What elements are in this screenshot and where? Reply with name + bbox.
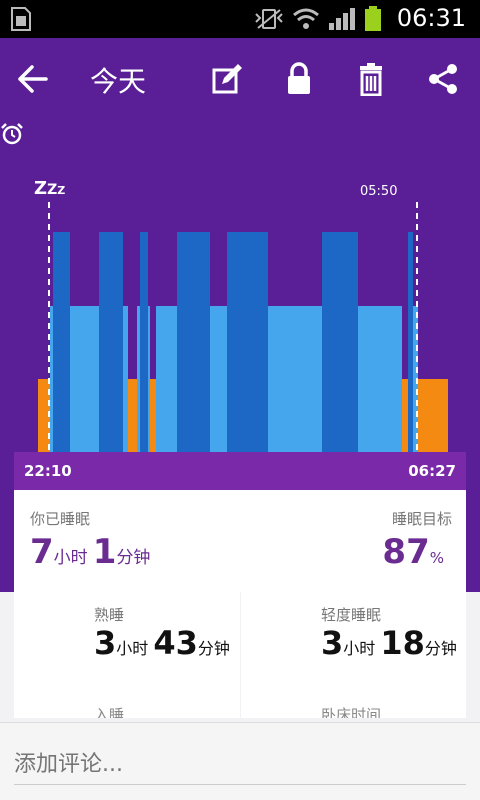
comment-bar: [0, 722, 480, 800]
wake-time-label: 05:50: [360, 184, 398, 199]
stat-hours: 3: [94, 624, 117, 662]
deep-sleep-block: [99, 232, 123, 452]
signal-icon: [329, 8, 355, 30]
vibrate-icon: [255, 9, 283, 29]
deep-sleep-block: [53, 232, 70, 452]
deep-sleep-block: [227, 232, 268, 452]
start-time: 22:10: [24, 462, 72, 480]
awake-block: [127, 379, 137, 452]
stat-hours-unit: 小时: [116, 639, 149, 658]
deep-sleep-block: [408, 232, 413, 452]
battery-icon: [365, 6, 381, 31]
system-icons: [254, 6, 382, 32]
delete-icon[interactable]: [354, 62, 388, 96]
lock-icon[interactable]: [282, 62, 316, 96]
app-bar: 今天: [0, 38, 480, 122]
goal-percent: 87: [382, 532, 430, 572]
stat-value: 3小时 43分钟: [94, 626, 238, 666]
moon-icon: [275, 620, 295, 660]
sleep-bars: [38, 202, 448, 452]
stat-title: 轻度睡眠: [321, 606, 382, 624]
stat-hours-unit: 小时: [343, 639, 376, 658]
edit-icon[interactable]: [210, 62, 244, 96]
end-time: 06:27: [408, 462, 456, 480]
light-sleep-stat: 轻度睡眠 3小时 18分钟 卧床时间: [241, 592, 466, 718]
total-sleep: 7小时 1分钟: [30, 532, 150, 572]
stat-sub-label: 卧床时间: [321, 706, 382, 718]
deep-sleep-block: [322, 232, 358, 452]
total-minutes: 1: [92, 532, 117, 572]
time-axis: 22:10 06:27: [14, 452, 466, 490]
stat-minutes-unit: 分钟: [197, 639, 230, 658]
sleep-chart: ZZZ 05:50: [0, 122, 480, 452]
awake-block: [150, 379, 156, 452]
wifi-icon: [293, 8, 319, 29]
minutes-unit: 分钟: [116, 548, 151, 568]
moon-icon: [48, 620, 68, 660]
total-hours: 7: [30, 532, 54, 572]
alarm-clock-icon: [1, 123, 23, 145]
stat-minutes-unit: 分钟: [424, 639, 457, 658]
goal-value: 87%: [382, 532, 444, 572]
goal-label: 睡眠目标: [391, 510, 452, 528]
stat-sub-label: 入睡: [94, 706, 125, 718]
stat-hours: 3: [321, 624, 344, 662]
hours-unit: 小时: [53, 548, 88, 568]
deep-sleep-stat: 熟睡 3小时 43分钟 入睡: [14, 592, 240, 718]
sim-icon: [11, 7, 31, 31]
stat-minutes: 43: [153, 624, 198, 662]
clock: 06:31: [396, 4, 466, 32]
deep-sleep-block: [177, 232, 210, 452]
stat-minutes: 18: [380, 624, 425, 662]
share-icon[interactable]: [426, 62, 460, 96]
awake-block: [402, 379, 408, 452]
sleep-summary-card: 你已睡眠 7小时 1分钟 睡眠目标 87%: [14, 490, 466, 592]
status-bar: 06:31: [0, 0, 480, 38]
sleep-start-icon: ZZZ: [34, 178, 66, 199]
page-title: 今天: [90, 65, 147, 98]
stat-value: 3小时 18分钟: [321, 626, 466, 666]
goal-unit: %: [429, 549, 444, 567]
comment-input[interactable]: [14, 741, 466, 785]
awake-block: [418, 379, 448, 452]
stat-title: 熟睡: [94, 606, 125, 624]
back-arrow-icon[interactable]: [16, 64, 50, 94]
deep-sleep-block: [140, 232, 148, 452]
slept-label: 你已睡眠: [30, 510, 91, 528]
sleep-stats: 熟睡 3小时 43分钟 入睡 轻度睡眠 3小时 18分钟 卧床时间: [0, 592, 480, 722]
